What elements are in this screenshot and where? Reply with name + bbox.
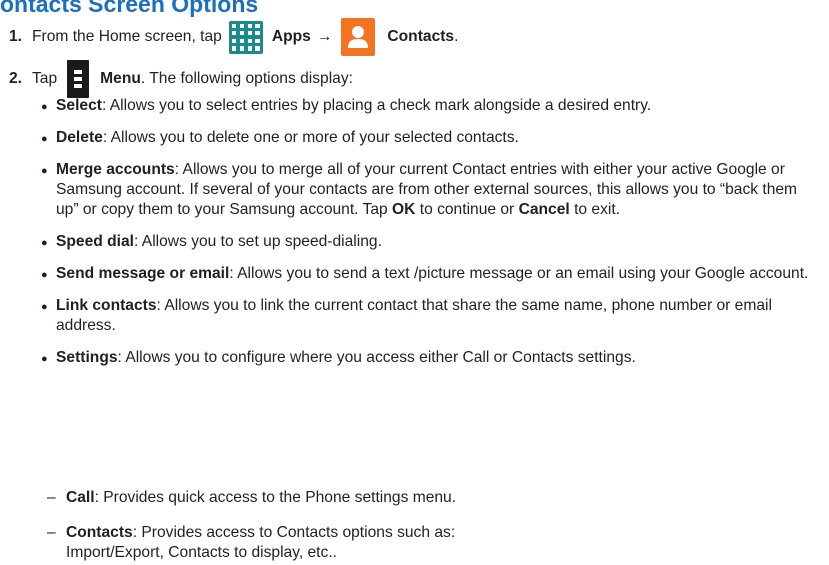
step-end: . (454, 28, 459, 45)
list-item: ● Merge accounts: Allows you to merge al… (40, 160, 820, 220)
option-text: : Allows you to select entries by placin… (101, 97, 652, 114)
options-list: ● Select: Allows you to select entries b… (40, 96, 820, 380)
sub-option-text: : Provides access to Contacts options su… (132, 524, 456, 541)
contacts-person-icon (341, 18, 376, 56)
page-title: ontacts Screen Options (0, 0, 259, 17)
sub-option-call: – Call: Provides quick access to the Phon… (47, 488, 807, 508)
step-text: From the Home screen, tap (32, 28, 222, 45)
apps-label: Apps (271, 28, 311, 45)
option-text: : Allows you to configure where you acce… (117, 349, 636, 366)
step-1: 1. From the Home screen, tap Apps → Cont… (9, 18, 458, 56)
menu-dots-icon (67, 60, 90, 98)
option-text: : Allows you to set up speed-dialing. (134, 233, 382, 250)
option-text-mid: to continue or (415, 201, 519, 218)
bullet-icon: ● (41, 101, 48, 113)
bullet-icon: ● (41, 237, 48, 249)
list-item: ● Send message or email: Allows you to s… (40, 264, 820, 284)
list-item: ● Link contacts: Allows you to link the … (40, 296, 820, 336)
cancel-label: Cancel (518, 201, 570, 218)
option-text: : Allows you to send a text /picture mes… (229, 265, 809, 282)
dash-glyph: – (47, 524, 56, 541)
option-label: Select (56, 97, 102, 114)
sub-option-label: Contacts (66, 524, 133, 541)
option-text: : Allows you to delete one or more of yo… (102, 129, 519, 146)
bullet-icon: ● (41, 269, 48, 281)
step-2: 2. Tap Menu . The following options disp… (9, 60, 353, 98)
sub-option-text: : Provides quick access to the Phone set… (94, 489, 457, 506)
step-number: 1. (9, 28, 23, 45)
dash-glyph: – (47, 489, 56, 506)
step-number: 2. (9, 70, 23, 87)
sub-option-label: Call (66, 489, 95, 506)
bullet-icon: ● (41, 133, 48, 145)
option-text-end: to exit. (569, 201, 621, 218)
bullet-icon: ● (41, 353, 48, 365)
sub-option-continuation: Import/Export, Contacts to display, etc.… (66, 544, 337, 561)
option-label: Send message or email (56, 265, 230, 282)
bullet-icon: ● (41, 165, 48, 177)
bullet-icon: ● (41, 301, 48, 313)
option-label: Speed dial (56, 233, 134, 250)
apps-grid-icon (228, 20, 263, 54)
step-text: Tap (32, 70, 58, 87)
contacts-label: Contacts (387, 28, 455, 45)
list-item: ● Select: Allows you to select entries b… (40, 96, 820, 116)
option-label: Settings (56, 349, 118, 366)
option-label: Link contacts (56, 297, 157, 314)
option-label: Merge accounts (56, 161, 175, 178)
list-item: ● Speed dial: Allows you to set up speed… (40, 232, 820, 252)
list-item: ● Delete: Allows you to delete one or mo… (40, 128, 820, 148)
option-label: Delete (56, 129, 103, 146)
step-text-post: . The following options display: (140, 70, 353, 87)
ok-label: OK (392, 201, 416, 218)
sub-option-contacts: – Contacts: Provides access to Contacts o… (47, 523, 807, 563)
option-text: : Allows you to link the current contact… (56, 297, 772, 334)
list-item: ● Settings: Allows you to configure wher… (40, 348, 820, 368)
arrow-glyph: → (316, 28, 333, 45)
menu-label: Menu (100, 70, 141, 87)
